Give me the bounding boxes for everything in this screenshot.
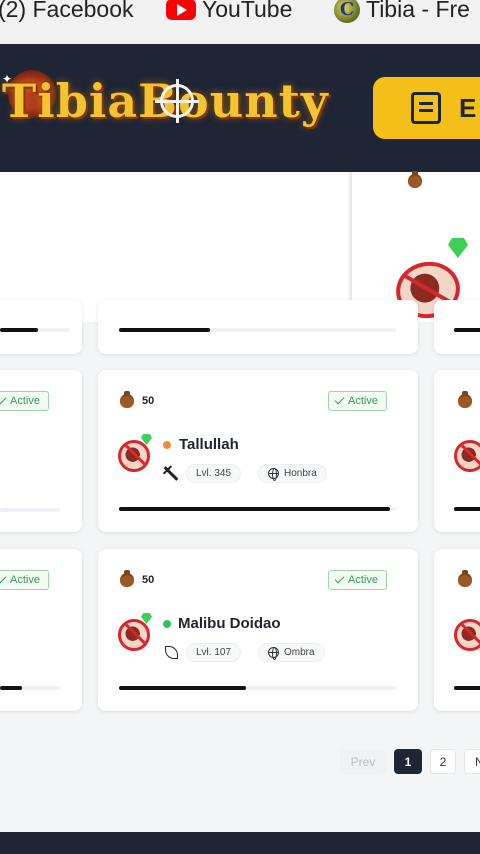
progress-fill xyxy=(119,328,211,332)
world-value: Honbra xyxy=(284,468,317,479)
card-malibu-doidao[interactable]: 50 Active Malibu Doidao Lvl. 107 Ombra xyxy=(98,549,418,711)
progress-bar xyxy=(119,507,396,511)
level-value: Lvl. 345 xyxy=(196,468,232,479)
card-row2-right[interactable] xyxy=(434,370,480,532)
bounty-value: 50 xyxy=(142,395,155,407)
bookmark-tibia-label: Tibia - Fre xyxy=(366,0,470,22)
level-value: Lvl. 107 xyxy=(196,647,232,658)
crosshair-icon xyxy=(155,79,199,123)
world-pill: Honbra xyxy=(258,464,327,483)
check-icon xyxy=(334,573,345,584)
bookmark-tibia[interactable]: C Tibia - Fre xyxy=(334,0,470,23)
character-avatar xyxy=(454,440,480,472)
leaf-icon xyxy=(165,646,178,659)
bounty-amount: 50 xyxy=(120,391,155,408)
progress-fill xyxy=(0,328,38,332)
globe-icon xyxy=(268,647,279,660)
bag-icon xyxy=(120,391,134,408)
globe-icon xyxy=(268,468,279,481)
bookmark-youtube-label: YouTube xyxy=(202,0,293,22)
character-avatar xyxy=(454,619,480,651)
card-row3-right[interactable] xyxy=(434,549,480,711)
pagination-page-1[interactable]: 1 xyxy=(394,749,422,774)
card-row1-center[interactable] xyxy=(98,300,418,354)
status-badge: Active xyxy=(328,570,387,590)
status-badge-label: Active xyxy=(10,574,40,586)
gem-icon xyxy=(448,238,468,258)
check-icon xyxy=(0,573,7,584)
progress-bar xyxy=(0,508,60,512)
status-badge: Active xyxy=(0,570,49,590)
header-menu-button[interactable]: E xyxy=(373,77,480,139)
scroll-icon xyxy=(411,92,441,124)
status-badge-label: Active xyxy=(10,395,40,407)
bookmarks-bar: (2) Facebook YouTube C Tibia - Fre xyxy=(0,0,480,44)
site-header: TibiaBounty ✦ E xyxy=(0,44,480,172)
online-status-dot xyxy=(163,620,171,628)
bounty-amount: 50 xyxy=(120,570,155,587)
status-badge: Active xyxy=(0,391,49,411)
tibia-icon: C xyxy=(334,0,360,23)
bounty-value: 50 xyxy=(142,574,155,586)
progress-fill xyxy=(454,328,480,332)
progress-fill xyxy=(0,686,22,690)
pagination-page-2[interactable]: 2 xyxy=(430,749,456,774)
progress-bar xyxy=(454,328,480,332)
progress-fill xyxy=(119,507,391,511)
online-status-dot xyxy=(163,441,171,449)
level-pill: Lvl. 345 xyxy=(186,464,242,483)
world-pill: Ombra xyxy=(258,643,325,662)
check-icon xyxy=(0,394,7,405)
status-badge: Active xyxy=(328,391,387,411)
youtube-icon xyxy=(166,0,196,20)
progress-bar xyxy=(0,686,60,690)
card-row3-left[interactable]: Active xyxy=(0,549,82,711)
site-footer xyxy=(0,832,480,854)
bag-icon xyxy=(458,570,472,587)
progress-fill xyxy=(454,686,480,690)
sword-icon xyxy=(163,466,179,481)
pagination-next-button[interactable]: N xyxy=(464,749,480,774)
bag-icon xyxy=(458,391,472,408)
bookmark-youtube[interactable]: YouTube xyxy=(166,0,292,23)
bag-icon xyxy=(120,570,134,587)
character-name[interactable]: Malibu Doidao xyxy=(178,615,281,632)
character-avatar xyxy=(118,440,150,472)
progress-fill xyxy=(119,686,247,690)
sparkle-icon: ✦ xyxy=(2,72,13,86)
pagination-prev-button[interactable]: Prev xyxy=(340,749,386,774)
bag-icon xyxy=(408,171,422,188)
progress-fill xyxy=(454,507,480,511)
progress-bar xyxy=(119,328,396,332)
progress-bar xyxy=(454,507,480,511)
bookmark-facebook-label: (2) Facebook xyxy=(0,0,134,22)
progress-bar xyxy=(0,328,70,332)
header-button-label: E xyxy=(459,92,477,123)
progress-bar xyxy=(119,686,396,690)
card-row2-left[interactable]: Active xyxy=(0,370,82,532)
card-row1-left[interactable] xyxy=(0,300,82,354)
character-avatar xyxy=(118,619,150,651)
check-icon xyxy=(334,394,345,405)
world-value: Ombra xyxy=(284,647,315,658)
status-badge-label: Active xyxy=(348,395,378,407)
character-name[interactable]: Tallullah xyxy=(179,436,239,453)
level-pill: Lvl. 107 xyxy=(186,643,242,662)
card-tallullah[interactable]: 50 Active Tallullah Lvl. 345 Honbra xyxy=(98,370,418,532)
status-badge-label: Active xyxy=(348,574,378,586)
bookmark-facebook[interactable]: (2) Facebook xyxy=(0,0,134,23)
progress-bar xyxy=(454,686,480,690)
card-row1-right[interactable] xyxy=(434,300,480,354)
